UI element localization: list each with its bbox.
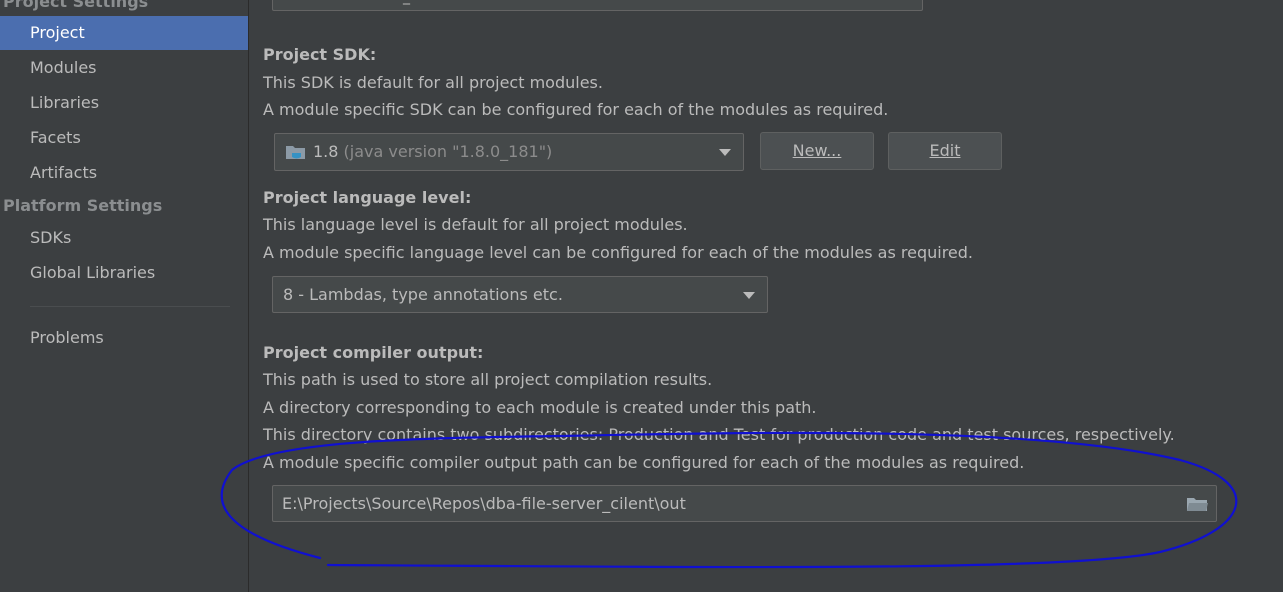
sdk-version-detail: (java version "1.8.0_181") xyxy=(343,142,553,161)
chevron-down-icon[interactable] xyxy=(743,292,755,299)
compiler-desc-3: This directory contains two subdirectori… xyxy=(263,425,1175,444)
language-desc-1: This language level is default for all p… xyxy=(263,215,688,234)
sdk-version: 1.8 xyxy=(313,142,339,161)
sidebar-item-facets[interactable]: Facets xyxy=(0,121,248,155)
new-sdk-button[interactable]: New... xyxy=(760,132,874,170)
sidebar-item-libraries[interactable]: Libraries xyxy=(0,86,248,120)
sdk-dropdown[interactable]: 1.8 (java version "1.8.0_181") xyxy=(274,133,744,171)
sdk-heading: Project SDK: xyxy=(263,45,377,64)
sidebar-item-modules[interactable]: Modules xyxy=(0,51,248,85)
compiler-output-path-field[interactable]: E:\Projects\Source\Repos\dba-file-server… xyxy=(272,485,1217,522)
browse-folder-icon[interactable] xyxy=(1186,496,1208,512)
sdk-selected-value: 1.8 (java version "1.8.0_181") xyxy=(313,134,552,170)
edit-sdk-button[interactable]: Edit xyxy=(888,132,1002,170)
project-settings-panel: _ Project SDK: This SDK is default for a… xyxy=(249,0,1283,592)
project-name-field[interactable]: _ xyxy=(272,0,923,11)
compiler-output-heading: Project compiler output: xyxy=(263,343,484,362)
language-desc-2: A module specific language level can be … xyxy=(263,243,973,262)
sidebar-item-artifacts[interactable]: Artifacts xyxy=(0,156,248,190)
sdk-folder-icon xyxy=(286,146,305,159)
language-level-heading: Project language level: xyxy=(263,188,472,207)
sidebar-item-sdks[interactable]: SDKs xyxy=(0,221,248,255)
platform-settings-header: Platform Settings xyxy=(3,196,163,215)
compiler-desc-4: A module specific compiler output path c… xyxy=(263,453,1025,472)
chevron-down-icon[interactable] xyxy=(719,149,731,156)
sidebar-item-problems[interactable]: Problems xyxy=(0,321,248,355)
compiler-desc-2: A directory corresponding to each module… xyxy=(263,398,817,417)
sidebar-item-global-libraries[interactable]: Global Libraries xyxy=(0,256,248,290)
sdk-desc-1: This SDK is default for all project modu… xyxy=(263,73,603,92)
language-level-dropdown[interactable]: 8 - Lambdas, type annotations etc. xyxy=(272,276,768,313)
compiler-desc-1: This path is used to store all project c… xyxy=(263,370,713,389)
sidebar-item-project[interactable]: Project xyxy=(0,16,248,50)
sdk-desc-2: A module specific SDK can be configured … xyxy=(263,100,889,119)
project-name-fragment: _ xyxy=(403,0,410,5)
language-level-value: 8 - Lambdas, type annotations etc. xyxy=(283,285,563,304)
sidebar-divider xyxy=(30,306,230,307)
compiler-output-path: E:\Projects\Source\Repos\dba-file-server… xyxy=(282,494,686,513)
project-settings-header: Project Settings xyxy=(3,0,149,11)
settings-sidebar: Project Settings Project Modules Librari… xyxy=(0,0,249,592)
